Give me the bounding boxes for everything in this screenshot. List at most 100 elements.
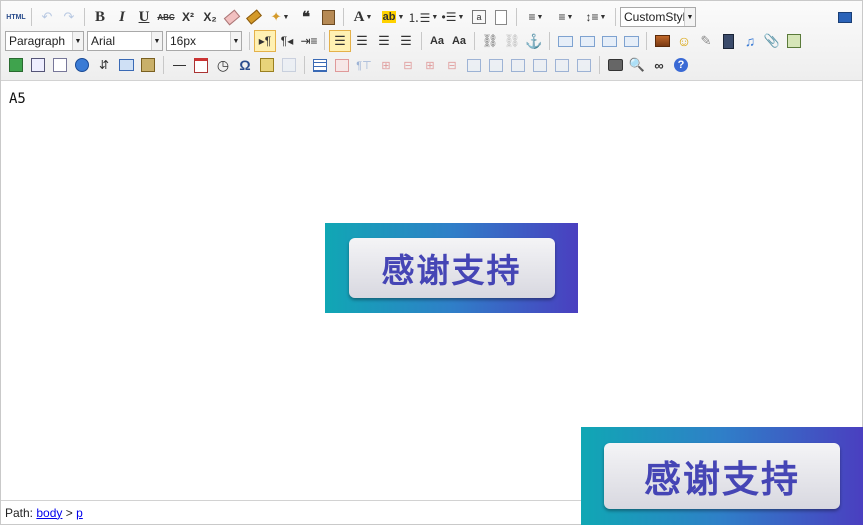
insert-frame-button[interactable] bbox=[783, 30, 805, 52]
ordered-list-button[interactable]: ⒈☰ ▼ bbox=[407, 6, 439, 28]
gmap-button[interactable] bbox=[27, 54, 49, 76]
merge-down-button[interactable] bbox=[507, 54, 529, 76]
insert-paragraph-before-table-button[interactable]: ¶⊤ bbox=[353, 54, 375, 76]
html-source-button[interactable]: HTML bbox=[5, 6, 27, 28]
uppercase-button[interactable]: Aa bbox=[426, 30, 448, 52]
horizontal-rule-button[interactable] bbox=[168, 54, 190, 76]
scrawl-button[interactable]: ✎ bbox=[695, 30, 717, 52]
strikethrough-button[interactable]: ABC bbox=[155, 6, 177, 28]
row-spacing-bottom-button[interactable]: ≡ ▼ bbox=[551, 6, 581, 28]
custom-style-select[interactable]: CustomStyl ▼ bbox=[620, 7, 696, 27]
delete-col-button[interactable]: ⊟ bbox=[441, 54, 463, 76]
clear-doc-button[interactable] bbox=[490, 6, 512, 28]
brush-icon bbox=[246, 9, 262, 25]
image-left-button[interactable] bbox=[576, 30, 598, 52]
font-size-select[interactable]: 16px ▼ bbox=[166, 31, 242, 51]
delete-table-icon bbox=[335, 58, 349, 72]
insert-col-button[interactable]: ⊞ bbox=[419, 54, 441, 76]
image-right-button[interactable] bbox=[598, 30, 620, 52]
page-break-button[interactable]: ⇵ bbox=[93, 54, 115, 76]
background-button[interactable] bbox=[137, 54, 159, 76]
music-button[interactable]: ♫ bbox=[739, 30, 761, 52]
image-center-button[interactable] bbox=[620, 30, 642, 52]
quote-icon: ❝ bbox=[301, 9, 311, 26]
split-to-cells-button[interactable] bbox=[529, 54, 551, 76]
emotion-button[interactable]: ☺ bbox=[673, 30, 695, 52]
bold-button[interactable]: B bbox=[89, 6, 111, 28]
justify-center-button[interactable]: ☰ bbox=[351, 30, 373, 52]
select-all-button[interactable]: a bbox=[468, 6, 490, 28]
row-spacing-top-button[interactable]: ≡ ▼ bbox=[521, 6, 551, 28]
redo-button[interactable]: ↷ bbox=[58, 6, 80, 28]
separator bbox=[516, 8, 517, 26]
insert-row-button[interactable]: ⊞ bbox=[375, 54, 397, 76]
link-button[interactable]: ⛓ bbox=[479, 30, 501, 52]
line-height-button[interactable]: ↕≡ ▼ bbox=[581, 6, 611, 28]
fullscreen-button[interactable] bbox=[834, 6, 856, 28]
snapscreen-button[interactable] bbox=[278, 54, 300, 76]
lowercase-icon: Aa bbox=[451, 35, 467, 47]
special-chars-button[interactable]: Ω bbox=[234, 54, 256, 76]
delete-table-button[interactable] bbox=[331, 54, 353, 76]
eraser-icon bbox=[223, 9, 241, 25]
template-button[interactable] bbox=[115, 54, 137, 76]
unordered-list-button[interactable]: •☰ ▼ bbox=[438, 6, 468, 28]
wordimage-button[interactable] bbox=[256, 54, 278, 76]
time-button[interactable]: ◷ bbox=[212, 54, 234, 76]
image-none-button[interactable] bbox=[554, 30, 576, 52]
justify-full-button[interactable]: ☰ bbox=[395, 30, 417, 52]
lowercase-button[interactable]: Aa bbox=[448, 30, 470, 52]
justify-left-button[interactable]: ☰ bbox=[329, 30, 351, 52]
eraser-button[interactable] bbox=[221, 6, 243, 28]
insert-image-button[interactable] bbox=[651, 30, 673, 52]
direction-rtl-button[interactable]: ¶◂ bbox=[276, 30, 298, 52]
auto-format-button[interactable]: ✦ ▼ bbox=[265, 6, 295, 28]
map-icon bbox=[9, 58, 23, 72]
map-button[interactable] bbox=[5, 54, 27, 76]
font-family-select[interactable]: Arial ▼ bbox=[87, 31, 163, 51]
search-replace-button[interactable]: ∞ bbox=[648, 54, 670, 76]
split-to-rows-button[interactable] bbox=[551, 54, 573, 76]
delete-row-button[interactable]: ⊟ bbox=[397, 54, 419, 76]
content-paragraph: A5 bbox=[9, 91, 26, 107]
format-painter-button[interactable] bbox=[243, 6, 265, 28]
unlink-button[interactable]: ⛓ bbox=[501, 30, 523, 52]
chevron-down-icon: ▼ bbox=[536, 13, 544, 21]
merge-cells-button[interactable] bbox=[463, 54, 485, 76]
justify-right-button[interactable]: ☰ bbox=[373, 30, 395, 52]
highlighter-icon: ab bbox=[381, 11, 397, 23]
help-button[interactable]: ? bbox=[670, 54, 692, 76]
underline-button[interactable]: U bbox=[133, 6, 155, 28]
inline-image[interactable]: 感谢支持 bbox=[325, 223, 578, 313]
anchor-button[interactable]: ⚓ bbox=[523, 30, 545, 52]
merge-right-button[interactable] bbox=[485, 54, 507, 76]
backcolor-button[interactable]: ab ▼ bbox=[378, 6, 408, 28]
italic-button[interactable]: I bbox=[111, 6, 133, 28]
printer-icon bbox=[607, 59, 623, 71]
preview-button[interactable]: 🔍 bbox=[626, 54, 648, 76]
blank-page-icon bbox=[495, 9, 507, 25]
insert-frame-page-button[interactable] bbox=[49, 54, 71, 76]
insert-table-button[interactable] bbox=[309, 54, 331, 76]
undo-button[interactable]: ↶ bbox=[36, 6, 58, 28]
print-button[interactable] bbox=[604, 54, 626, 76]
path-body-link[interactable]: body bbox=[36, 506, 62, 520]
subscript-button[interactable]: X₂ bbox=[199, 6, 221, 28]
floating-thanks-banner[interactable]: 感谢支持 bbox=[581, 427, 863, 525]
indent-button[interactable]: ⇥≡ bbox=[298, 30, 320, 52]
direction-ltr-button[interactable]: ▸¶ bbox=[254, 30, 276, 52]
insert-video-button[interactable] bbox=[717, 30, 739, 52]
date-button[interactable] bbox=[190, 54, 212, 76]
paste-text-button[interactable] bbox=[317, 6, 339, 28]
forecolor-button[interactable]: A ▼ bbox=[348, 6, 378, 28]
superscript-button[interactable]: X² bbox=[177, 6, 199, 28]
magic-wand-icon: ✦ bbox=[270, 9, 282, 24]
paragraph-format-select[interactable]: Paragraph ▼ bbox=[5, 31, 84, 51]
split-to-cols-button[interactable] bbox=[573, 54, 595, 76]
attachment-button[interactable]: 📎 bbox=[761, 30, 783, 52]
numbered-list-icon: ⒈☰ bbox=[407, 10, 431, 25]
omega-icon: Ω bbox=[239, 57, 251, 73]
blockquote-button[interactable]: ❝ bbox=[295, 6, 317, 28]
path-p-link[interactable]: p bbox=[76, 506, 83, 520]
web-app-button[interactable] bbox=[71, 54, 93, 76]
